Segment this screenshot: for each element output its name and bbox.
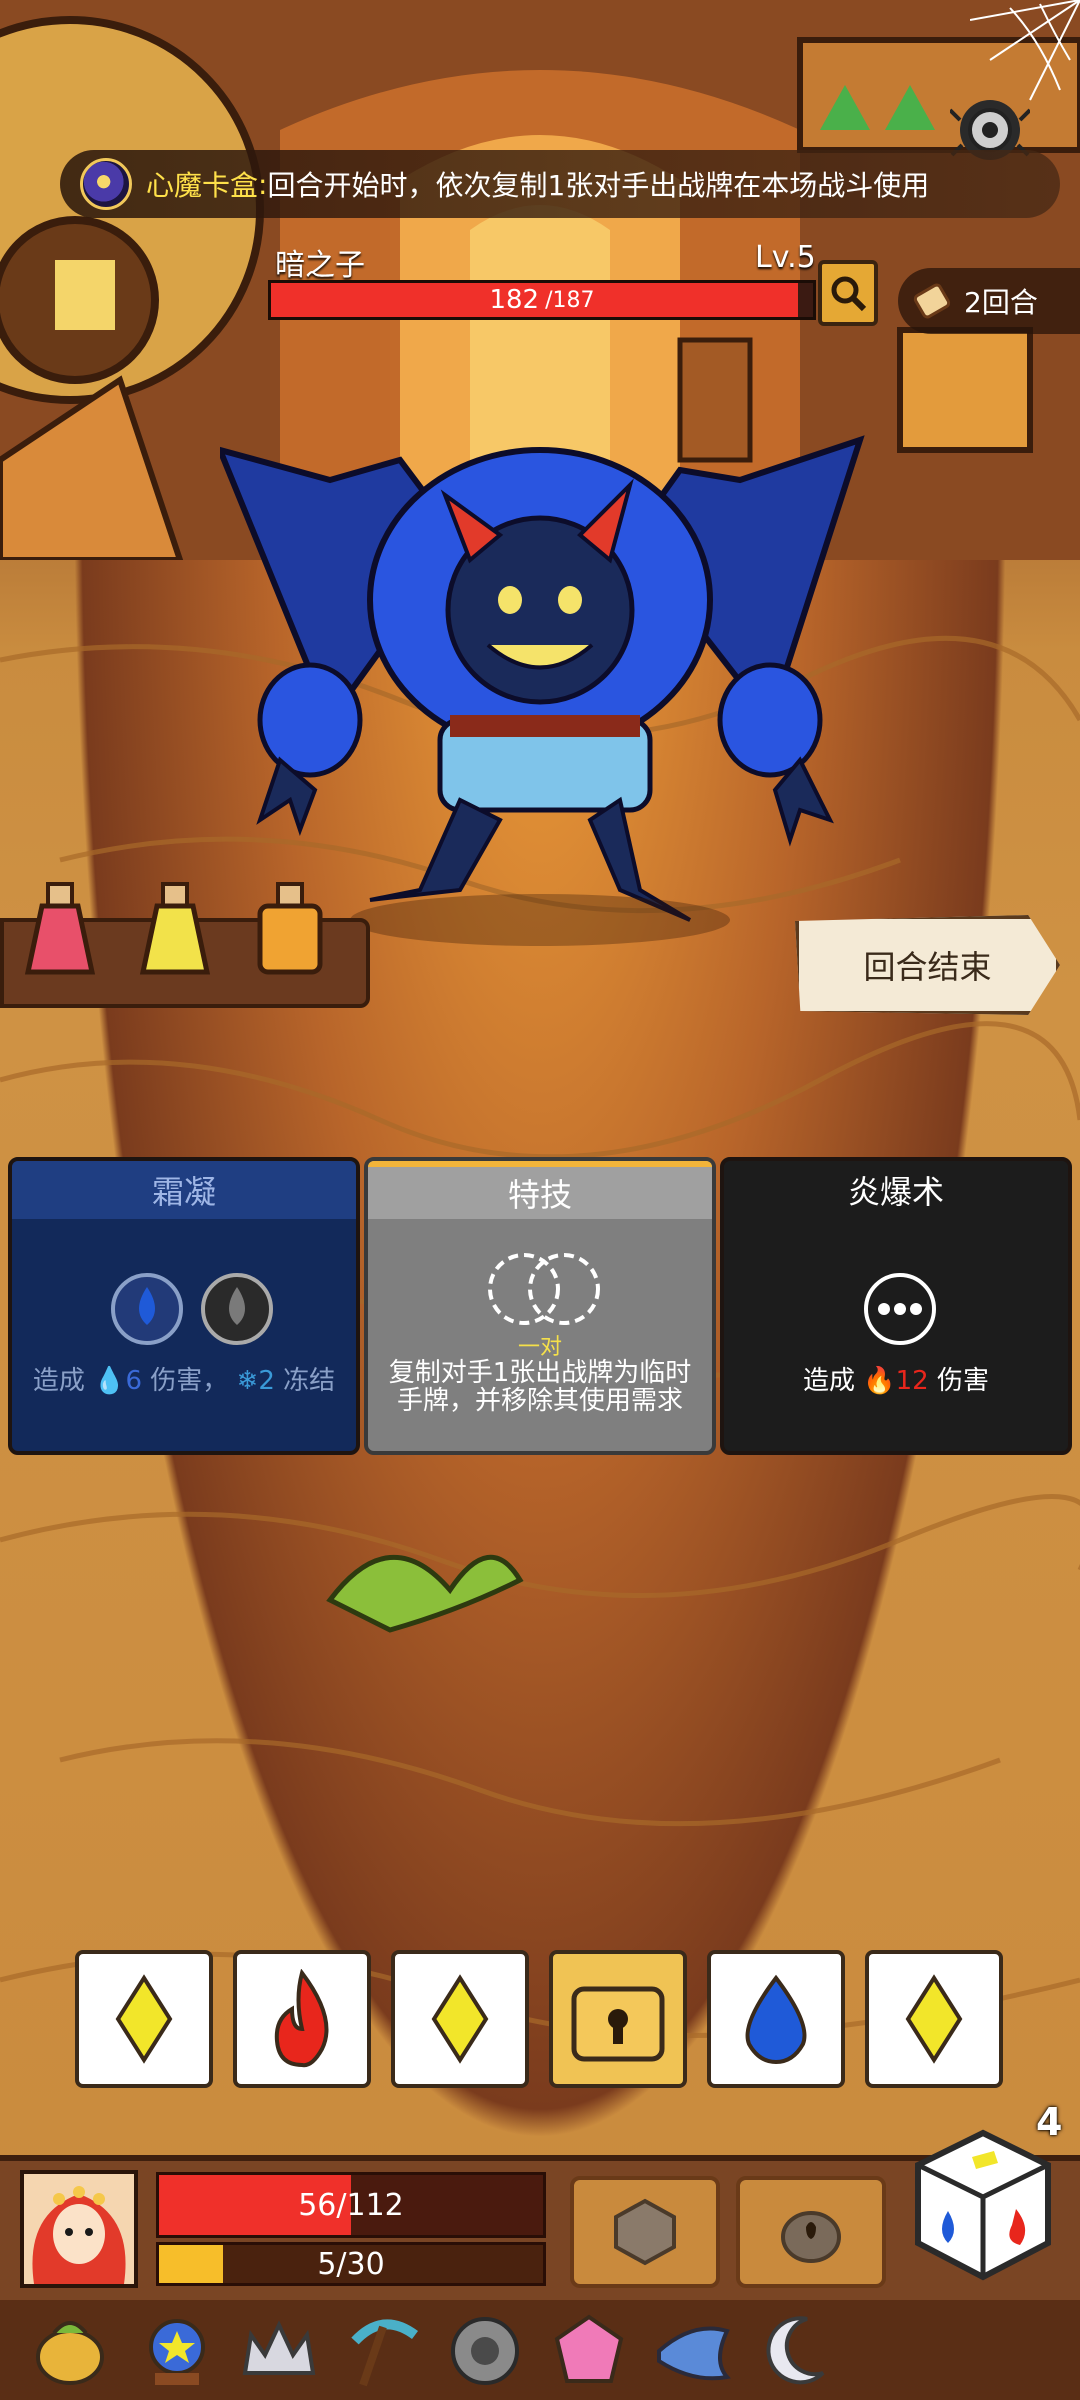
relic-name: 心魔卡盒 [146,169,259,202]
end-turn-button[interactable]: 回合结束 [795,915,1060,1015]
player-hp-text: 56/112 [298,2187,404,2223]
crystal-ball-relic-icon[interactable] [132,2306,222,2396]
card-freeze-value: 2 [258,1366,275,1396]
horn-relic-icon[interactable] [648,2306,738,2396]
card-description: 复制对手1张出战牌为临时手牌，并移除其使用需求 [388,1358,692,1416]
cauldron-icon [781,2211,841,2263]
card-damage-value: 6 [125,1366,143,1396]
orange-potion-icon[interactable] [250,880,330,980]
die-slot-2[interactable] [233,1950,371,2088]
moon-relic-icon[interactable] [752,2306,842,2396]
yellow-diamond-icon [431,1974,489,2064]
enemy-hp-bar: 182 /187 [268,280,816,320]
pair-label: 一对 [517,1335,562,1360]
card-desc-suffix: 伤害 [937,1366,990,1396]
shield-wheel-relic-icon[interactable] [440,2306,530,2396]
dice-reroll-slot[interactable] [570,2176,720,2288]
heart-demon-card-box-icon [80,158,132,210]
red-flame-icon [274,1969,329,2068]
player-energy-bar: 5/30 [156,2242,546,2286]
card-title: 炎爆术 [724,1161,1068,1219]
card-frost[interactable]: 霜凝 造成 💧6 伤害， ❄2 冻结 [8,1157,360,1455]
die-slot-6[interactable] [865,1950,1003,2088]
silver-crown-relic-icon[interactable] [234,2306,324,2396]
enemy-name: 暗之子 [275,248,365,283]
water-dice-slots-icon [111,1273,273,1345]
yellow-potion-icon[interactable] [135,880,215,980]
die-slot-4-locked[interactable] [549,1950,687,2088]
card-fire-blast[interactable]: 炎爆术 造成 🔥12 伤害 [720,1157,1072,1455]
water-drop-icon: 💧 [93,1366,126,1396]
card-damage-value: 12 [895,1366,929,1396]
enemy-level: Lv.5 [755,240,816,275]
pink-potion-icon[interactable] [20,880,100,980]
card-desc-suffix: 冻结 [283,1366,336,1396]
any-dice-slot-icon [864,1273,936,1345]
inspect-enemy-button[interactable] [818,260,878,326]
card-desc-prefix: 造成 [802,1366,855,1396]
card-title: 霜凝 [12,1161,356,1219]
lock-icon [571,1986,665,2062]
round-label: 2回合 [964,286,1038,319]
snowflake-icon: ❄ [236,1366,259,1396]
relic-banner[interactable]: 心魔卡盒 : 回合开始时，依次复制1张对手出战牌在本场战斗使用 [60,150,1060,218]
card-skill[interactable]: 特技 一对 复制对手1张出战牌为临时手牌，并移除其使用需求 [364,1157,716,1455]
card-desc-prefix: 造成 [32,1366,85,1396]
enemy-hp-max: /187 [545,287,595,313]
card-title: 特技 [368,1161,712,1219]
yellow-diamond-icon [115,1974,173,2064]
pair-dice-slots-icon [488,1253,600,1325]
golden-pot-relic-icon[interactable] [25,2306,115,2396]
die-slot-5[interactable] [707,1950,845,2088]
round-counter: 2回合 [898,268,1080,334]
gray-d20-icon [614,2198,676,2266]
blue-drop-icon [745,1974,807,2064]
scroll-icon [913,283,951,319]
enemy-bat-demon[interactable] [220,420,880,960]
end-turn-label: 回合结束 [863,948,992,986]
flame-icon: 🔥 [863,1366,896,1396]
cauldron-slot[interactable] [736,2176,886,2288]
relic-separator: : [258,167,268,201]
roll-dice-button[interactable] [908,2125,1058,2285]
hero-portrait-avatar[interactable] [20,2170,138,2288]
magnifier-icon [831,276,867,312]
player-energy-text: 5/30 [317,2246,385,2282]
die-slot-3[interactable] [391,1950,529,2088]
enemy-hp-current: 182 [489,285,540,315]
pickaxe-relic-icon[interactable] [338,2306,428,2396]
die-slot-1[interactable] [75,1950,213,2088]
relic-description: 回合开始时，依次复制1张对手出战牌在本场战斗使用 [267,169,930,202]
green-leaf-plant [326,1554,524,1633]
card-desc-mid: 伤害， [150,1366,229,1396]
pink-gem-relic-icon[interactable] [544,2306,634,2396]
yellow-diamond-icon [905,1974,963,2064]
player-hp-bar: 56/112 [156,2172,546,2238]
